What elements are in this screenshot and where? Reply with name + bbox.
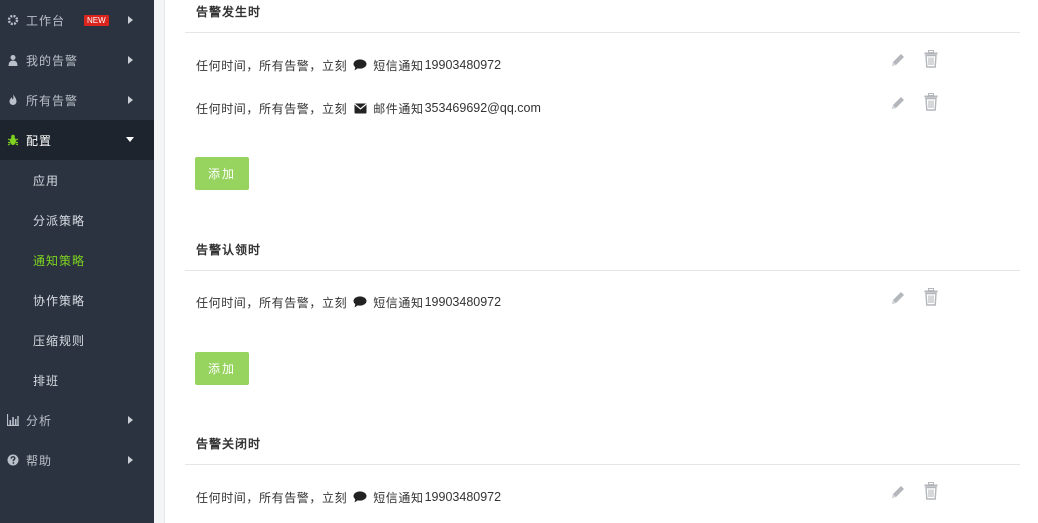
rule-channel: 短信通知 (373, 58, 424, 73)
sub-label-applications: 应用 (33, 173, 60, 188)
nav-item-config[interactable]: 配置 (0, 120, 154, 160)
rule-channel: 邮件通知 (373, 101, 424, 116)
rule-target: 353469692@qq.com (424, 101, 541, 115)
add-rule-button[interactable]: 添加 (195, 352, 249, 385)
section-divider (185, 270, 1020, 271)
comment-icon (353, 296, 367, 308)
rule-condition: 任何时间，所有告警，立刻 (196, 58, 348, 73)
nav-item-my-alerts[interactable]: 我的告警 (0, 40, 154, 80)
sub-label-schedule: 排班 (33, 373, 60, 388)
section-title-on-acknowledge: 告警认领时 (196, 243, 262, 257)
bug-icon (7, 134, 19, 146)
nav-item-help[interactable]: 帮助 (0, 440, 154, 480)
pencil-icon[interactable] (890, 289, 906, 307)
rule-target: 19903480972 (424, 58, 502, 72)
nav-label-help: 帮助 (26, 453, 53, 468)
sub-item-dispatch-policy[interactable]: 分派策略 (0, 200, 154, 240)
fire-icon (7, 94, 19, 106)
rule-row: 任何时间，所有告警，立刻 短信通知 19903480972 (196, 55, 501, 75)
sub-item-schedule[interactable]: 排班 (0, 360, 154, 400)
rule-condition: 任何时间，所有告警，立刻 (196, 295, 348, 310)
trash-icon[interactable] (923, 93, 939, 111)
rule-condition: 任何时间，所有告警，立刻 (196, 101, 348, 116)
bar-chart-icon (7, 414, 19, 426)
nav-label-workbench: 工作台 (26, 13, 66, 28)
question-circle-icon (7, 454, 19, 466)
section-divider (185, 32, 1020, 33)
chevron-right-icon (128, 456, 133, 464)
nav-label-my-alerts: 我的告警 (26, 53, 79, 68)
pencil-icon[interactable] (890, 51, 906, 69)
pencil-icon[interactable] (890, 94, 906, 112)
rule-row: 任何时间，所有告警，立刻 短信通知 19903480972 (196, 292, 501, 312)
rule-channel: 短信通知 (373, 490, 424, 505)
sub-label-dispatch-policy: 分派策略 (33, 213, 86, 228)
sub-item-applications[interactable]: 应用 (0, 160, 154, 200)
chevron-right-icon (128, 56, 133, 64)
comment-icon (353, 491, 367, 503)
gear-icon (7, 14, 19, 26)
nav-item-all-alerts[interactable]: 所有告警 (0, 80, 154, 120)
sidebar: 工作台 NEW 我的告警 所有告警 配置 应用 分派策略 通知策略 协作策略 压… (0, 0, 154, 523)
sub-item-collaboration-policy[interactable]: 协作策略 (0, 280, 154, 320)
chevron-right-icon (128, 96, 133, 104)
nav-item-workbench[interactable]: 工作台 NEW (0, 0, 154, 40)
add-rule-button[interactable]: 添加 (195, 157, 249, 190)
rule-row: 任何时间，所有告警，立刻 短信通知 19903480972 (196, 487, 501, 507)
pencil-icon[interactable] (890, 483, 906, 501)
sub-item-compression-rules[interactable]: 压缩规则 (0, 320, 154, 360)
rule-channel: 短信通知 (373, 295, 424, 310)
trash-icon[interactable] (923, 288, 939, 306)
rule-row: 任何时间，所有告警，立刻 邮件通知 353469692@qq.com (196, 98, 541, 118)
envelope-icon (353, 102, 367, 114)
chevron-right-icon (128, 16, 133, 24)
chevron-right-icon (128, 416, 133, 424)
rule-target: 19903480972 (424, 295, 502, 309)
nav-label-analysis: 分析 (26, 413, 53, 428)
sub-label-compression-rules: 压缩规则 (33, 333, 86, 348)
section-title-on-close: 告警关闭时 (196, 437, 262, 451)
nav-label-config: 配置 (26, 133, 53, 148)
sub-label-collaboration-policy: 协作策略 (33, 293, 86, 308)
rule-target: 19903480972 (424, 490, 502, 504)
comment-icon (353, 59, 367, 71)
sub-item-notification-policy[interactable]: 通知策略 (0, 240, 154, 280)
new-badge: NEW (84, 15, 109, 26)
section-divider (185, 464, 1020, 465)
user-icon (7, 54, 19, 66)
sidebar-divider (154, 0, 165, 523)
trash-icon[interactable] (923, 482, 939, 500)
trash-icon[interactable] (923, 50, 939, 68)
rule-condition: 任何时间，所有告警，立刻 (196, 490, 348, 505)
sub-label-notification-policy: 通知策略 (33, 253, 86, 268)
nav-item-analysis[interactable]: 分析 (0, 400, 154, 440)
section-title-on-trigger: 告警发生时 (196, 5, 262, 19)
nav-label-all-alerts: 所有告警 (26, 93, 79, 108)
chevron-down-icon (126, 137, 134, 142)
